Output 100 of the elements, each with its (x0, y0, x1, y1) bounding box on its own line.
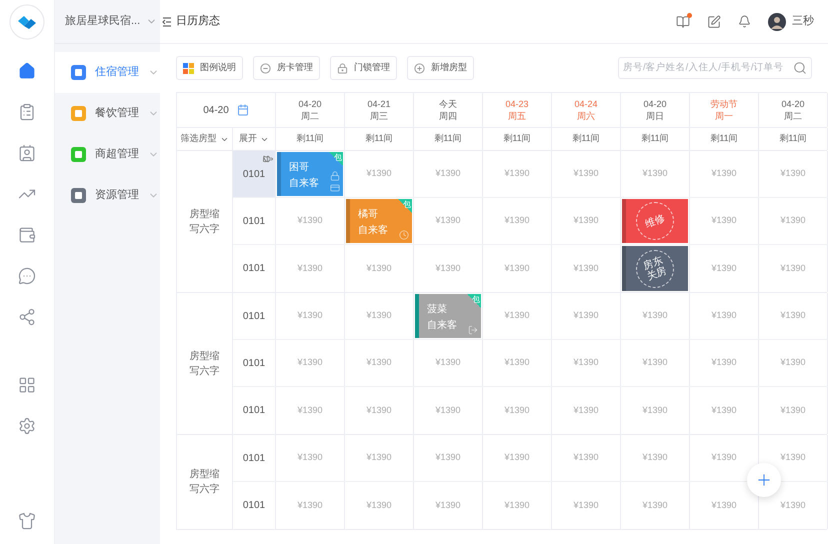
price-cell[interactable]: ¥1390 (690, 151, 759, 197)
price-cell[interactable]: ¥1390 (483, 293, 552, 339)
room-number-cell[interactable]: 0101 (233, 482, 276, 529)
toolbar-button[interactable]: 图例说明 (176, 56, 243, 80)
book-icon[interactable] (676, 14, 690, 28)
room-number-cell[interactable]: 0101 (233, 245, 276, 292)
date-header: 04-24 周六 (552, 93, 621, 127)
room-number-cell[interactable]: 0101 (233, 293, 276, 339)
price-cell[interactable]: ¥1390 (483, 482, 552, 529)
price-cell[interactable]: ¥1390 (483, 198, 552, 244)
price-cell[interactable]: ¥1390 (759, 340, 828, 386)
menu-item[interactable]: 资源管理 (55, 175, 160, 216)
shirt-icon[interactable] (16, 510, 38, 532)
price-cell[interactable]: ¥1390 (276, 245, 345, 292)
booking-block[interactable]: 困哥 自来客 包 (277, 152, 343, 196)
price-cell[interactable]: ¥1390 (483, 245, 552, 292)
remaining-count: 剩11间 (552, 128, 621, 150)
package-badge: 包 (329, 152, 343, 166)
price-cell[interactable]: ¥1390 (552, 198, 621, 244)
price-cell[interactable]: ¥1390 (483, 340, 552, 386)
price-cell[interactable]: ¥1390 (414, 245, 483, 292)
date-header: 今天 周四 (414, 93, 483, 127)
guest-name: 困哥 (289, 161, 309, 175)
price-cell[interactable]: ¥1390 (345, 151, 414, 197)
accent-stripe (346, 199, 350, 243)
price-cell[interactable]: ¥1390 (552, 340, 621, 386)
legend-icon (183, 62, 194, 74)
price-cell[interactable]: ¥1390 (690, 387, 759, 434)
date-header: 04-21 周三 (345, 93, 414, 127)
price-cell[interactable]: ¥1390 (621, 482, 690, 529)
price-cell[interactable]: ¥1390 (276, 435, 345, 481)
app-logo (9, 4, 45, 40)
booking-block[interactable]: 橘哥 自来客 包 (346, 199, 412, 243)
bell-icon[interactable] (738, 15, 751, 28)
price-cell[interactable]: ¥1390 (552, 293, 621, 339)
user-name: 三秒 (792, 14, 814, 30)
price-cell[interactable]: ¥1390 (552, 387, 621, 434)
price-cell[interactable]: ¥1390 (345, 245, 414, 292)
price-cell[interactable]: ¥1390 (276, 198, 345, 244)
price-cell[interactable]: ¥1390 (621, 435, 690, 481)
price-cell[interactable]: ¥1390 (414, 198, 483, 244)
room-number-cell[interactable]: 0101 (233, 198, 276, 244)
price-cell[interactable]: ¥1390 (759, 198, 828, 244)
price-cell[interactable]: ¥1390 (345, 293, 414, 339)
price-cell[interactable]: ¥1390 (345, 482, 414, 529)
room-number-cell[interactable]: 0101 (233, 151, 276, 197)
price-cell[interactable]: ¥1390 (552, 151, 621, 197)
guest-name: 橘哥 (358, 208, 378, 222)
price-cell[interactable]: ¥1390 (276, 482, 345, 529)
calendar-icon[interactable] (236, 104, 249, 116)
price-cell[interactable]: ¥1390 (621, 387, 690, 434)
price-cell[interactable]: ¥1390 (414, 435, 483, 481)
search-field[interactable]: 房号/客户姓名/入住人/手机号/订单号 (618, 57, 812, 79)
price-cell[interactable]: ¥1390 (483, 387, 552, 434)
price-cell[interactable]: ¥1390 (414, 151, 483, 197)
status-stamp: 房东关房 (636, 250, 674, 288)
price-cell[interactable]: ¥1390 (483, 435, 552, 481)
price-cell[interactable]: ¥1390 (690, 340, 759, 386)
chat-icon[interactable] (16, 265, 38, 287)
price-cell[interactable]: ¥1390 (759, 387, 828, 434)
price-cell[interactable]: ¥1390 (483, 151, 552, 197)
search-icon[interactable] (793, 61, 807, 75)
price-cell[interactable]: ¥1390 (345, 387, 414, 434)
price-cell[interactable]: ¥1390 (414, 340, 483, 386)
price-cell[interactable]: ¥1390 (690, 245, 759, 292)
price-cell[interactable]: ¥1390 (621, 340, 690, 386)
menu-item[interactable]: 商超管理 (55, 134, 160, 175)
price-cell[interactable]: ¥1390 (759, 151, 828, 197)
menu-item[interactable]: 住宿管理 (55, 52, 160, 93)
room-number-cell[interactable]: 0101 (233, 387, 276, 434)
price-cell[interactable]: ¥1390 (552, 245, 621, 292)
price-cell[interactable]: ¥1390 (414, 482, 483, 529)
price-cell[interactable]: ¥1390 (552, 482, 621, 529)
menu-item[interactable]: 餐饮管理 (55, 93, 160, 134)
price-cell[interactable]: ¥1390 (276, 387, 345, 434)
price-cell[interactable]: ¥1390 (276, 293, 345, 339)
price-cell[interactable]: ¥1390 (345, 340, 414, 386)
date-header: 04-20 周日 (621, 93, 690, 127)
price-cell[interactable]: ¥1390 (759, 245, 828, 292)
edit-icon[interactable] (707, 14, 721, 28)
price-cell[interactable]: ¥1390 (414, 387, 483, 434)
toolbar-button[interactable]: 房卡管理 (253, 56, 320, 80)
price-cell[interactable]: ¥1390 (621, 293, 690, 339)
price-cell[interactable]: ¥1390 (690, 198, 759, 244)
price-cell[interactable]: ¥1390 (690, 293, 759, 339)
expand-toggle[interactable]: 展开 (233, 128, 276, 150)
avatar[interactable] (768, 12, 786, 30)
room-number-cell[interactable]: 0101 (233, 340, 276, 386)
collapse-icon[interactable] (162, 16, 172, 26)
toolbar-button[interactable]: 门锁管理 (330, 56, 397, 80)
price-cell[interactable]: ¥1390 (759, 293, 828, 339)
room-type-filter[interactable]: 筛选房型 (177, 128, 233, 150)
price-cell[interactable]: ¥1390 (552, 435, 621, 481)
store-selector[interactable]: 旅居星球民宿... (55, 0, 160, 44)
booking-block[interactable]: 菠菜 自来客 包 (415, 294, 481, 338)
price-cell[interactable]: ¥1390 (345, 435, 414, 481)
toolbar-button[interactable]: 新增房型 (407, 56, 474, 80)
price-cell[interactable]: ¥1390 (276, 340, 345, 386)
room-number-cell[interactable]: 0101 (233, 435, 276, 481)
price-cell[interactable]: ¥1390 (621, 151, 690, 197)
